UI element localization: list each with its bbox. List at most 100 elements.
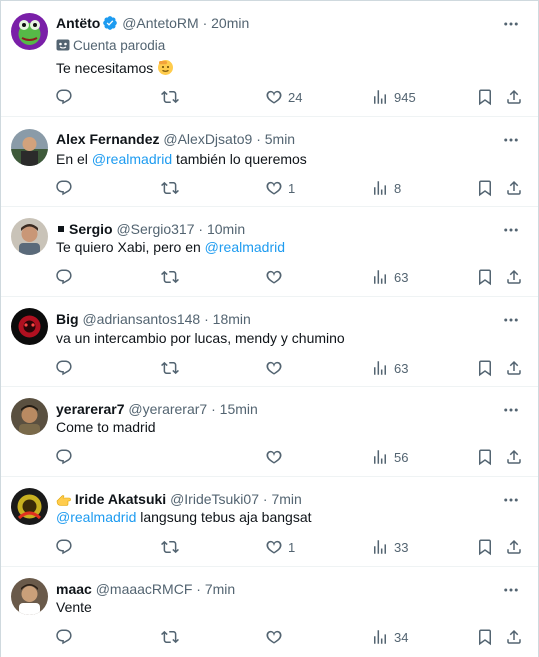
avatar[interactable] (11, 488, 48, 525)
tweet[interactable]: Big @adriansantos148 · 18min va un inter… (1, 297, 538, 387)
reply-button[interactable] (55, 537, 78, 557)
like-button[interactable] (265, 358, 288, 378)
like-button[interactable] (265, 447, 288, 467)
like-button[interactable]: 1 (265, 178, 295, 198)
tweet[interactable]: Iride Akatsuki @IrideTsuki07 · 7min @rea… (1, 477, 538, 567)
avatar[interactable] (11, 398, 48, 435)
handle[interactable]: @maaacRMCF (96, 581, 193, 597)
reply-button[interactable] (55, 87, 78, 107)
heart-icon (266, 450, 282, 464)
timestamp[interactable]: 7min (205, 581, 235, 597)
timestamp[interactable]: 10min (207, 221, 245, 237)
like-button[interactable]: 24 (265, 87, 302, 107)
share-icon (507, 629, 521, 644)
bookmark-icon (479, 269, 491, 286)
display-name[interactable]: Antëto (56, 15, 100, 31)
handle[interactable]: @AntetoRM (122, 15, 198, 31)
tweet-text-main: Come to madrid (56, 419, 156, 435)
tweet[interactable]: Antëto @AntetoRM · 20min Cuenta parodia … (1, 1, 538, 117)
retweet-button[interactable] (161, 178, 184, 198)
timestamp[interactable]: 15min (220, 401, 258, 417)
views-button[interactable]: 63 (371, 358, 408, 378)
reply-button[interactable] (55, 267, 78, 287)
handle[interactable]: @adriansantos148 (82, 311, 200, 327)
display-name[interactable]: Sergio (69, 221, 113, 237)
bookmark-button[interactable] (476, 87, 494, 107)
bookmark-button[interactable] (476, 178, 494, 198)
avatar[interactable] (11, 308, 48, 345)
retweet-icon (161, 181, 179, 195)
handle[interactable]: @IrideTsuki07 (170, 491, 259, 507)
avatar[interactable] (11, 218, 48, 255)
more-icon[interactable] (502, 15, 520, 33)
reply-button[interactable] (55, 358, 78, 378)
tweet[interactable]: Alex Fernandez @AlexDjsato9 · 5min En el… (1, 117, 538, 207)
tweet-text: Te necesitamos (56, 59, 508, 78)
bookmark-button[interactable] (476, 267, 494, 287)
display-name[interactable]: Alex Fernandez (56, 131, 159, 147)
more-icon[interactable] (502, 311, 520, 329)
avatar[interactable] (11, 129, 48, 166)
timestamp[interactable]: 5min (265, 131, 295, 147)
tweet[interactable]: maac @maaacRMCF · 7min Vente 34 (1, 567, 538, 657)
timestamp[interactable]: 18min (213, 311, 251, 327)
separator: · (211, 401, 216, 417)
reply-button[interactable] (55, 447, 78, 467)
display-name[interactable]: Big (56, 311, 79, 327)
bookmark-button[interactable] (476, 447, 494, 467)
reply-icon (56, 89, 72, 105)
heart-icon (266, 90, 282, 104)
handle[interactable]: @yerarerar7 (128, 401, 207, 417)
mention-link[interactable]: @realmadrid (92, 151, 172, 167)
retweet-button[interactable] (161, 627, 184, 647)
more-icon[interactable] (502, 131, 520, 149)
avatar[interactable] (11, 578, 48, 615)
retweet-button[interactable] (161, 537, 184, 557)
share-button[interactable] (505, 87, 523, 107)
share-button[interactable] (505, 178, 523, 198)
tweet-actions: 63 (56, 267, 526, 287)
more-icon[interactable] (502, 221, 520, 239)
more-icon[interactable] (502, 581, 520, 599)
tweet-text-rest: langsung tebus aja bangsat (136, 509, 312, 525)
bookmark-button[interactable] (476, 537, 494, 557)
handle[interactable]: @AlexDjsato9 (163, 131, 252, 147)
share-button[interactable] (505, 627, 523, 647)
views-button[interactable]: 56 (371, 447, 408, 467)
views-button[interactable]: 63 (371, 267, 408, 287)
timestamp[interactable]: 20min (211, 15, 249, 31)
views-button[interactable]: 34 (371, 627, 408, 647)
display-name[interactable]: Iride Akatsuki (75, 491, 166, 507)
display-name[interactable]: yerarerar7 (56, 401, 125, 417)
reply-icon (56, 360, 72, 376)
views-button[interactable]: 33 (371, 537, 408, 557)
bookmark-button[interactable] (476, 627, 494, 647)
tweet-text-main: Te quiero Xabi, pero en (56, 239, 205, 255)
like-button[interactable]: 1 (265, 537, 295, 557)
heart-icon (266, 540, 282, 554)
mention-link[interactable]: @realmadrid (56, 509, 136, 525)
tweet[interactable]: Sergio @Sergio317 · 10min Te quiero Xabi… (1, 207, 538, 297)
more-icon[interactable] (502, 401, 520, 419)
views-button[interactable]: 945 (371, 87, 416, 107)
reply-button[interactable] (55, 627, 78, 647)
tweet[interactable]: yerarerar7 @yerarerar7 · 15min Come to m… (1, 387, 538, 477)
timestamp[interactable]: 7min (271, 491, 301, 507)
reply-button[interactable] (55, 178, 78, 198)
display-name[interactable]: maac (56, 581, 92, 597)
mention-link[interactable]: @realmadrid (205, 239, 285, 255)
like-button[interactable] (265, 627, 288, 647)
share-button[interactable] (505, 537, 523, 557)
like-button[interactable] (265, 267, 288, 287)
retweet-button[interactable] (161, 358, 184, 378)
share-button[interactable] (505, 447, 523, 467)
retweet-button[interactable] (161, 267, 184, 287)
bookmark-button[interactable] (476, 358, 494, 378)
views-button[interactable]: 8 (371, 178, 401, 198)
share-button[interactable] (505, 267, 523, 287)
handle[interactable]: @Sergio317 (116, 221, 194, 237)
share-button[interactable] (505, 358, 523, 378)
more-icon[interactable] (502, 491, 520, 509)
retweet-button[interactable] (161, 87, 184, 107)
avatar[interactable] (11, 13, 48, 50)
